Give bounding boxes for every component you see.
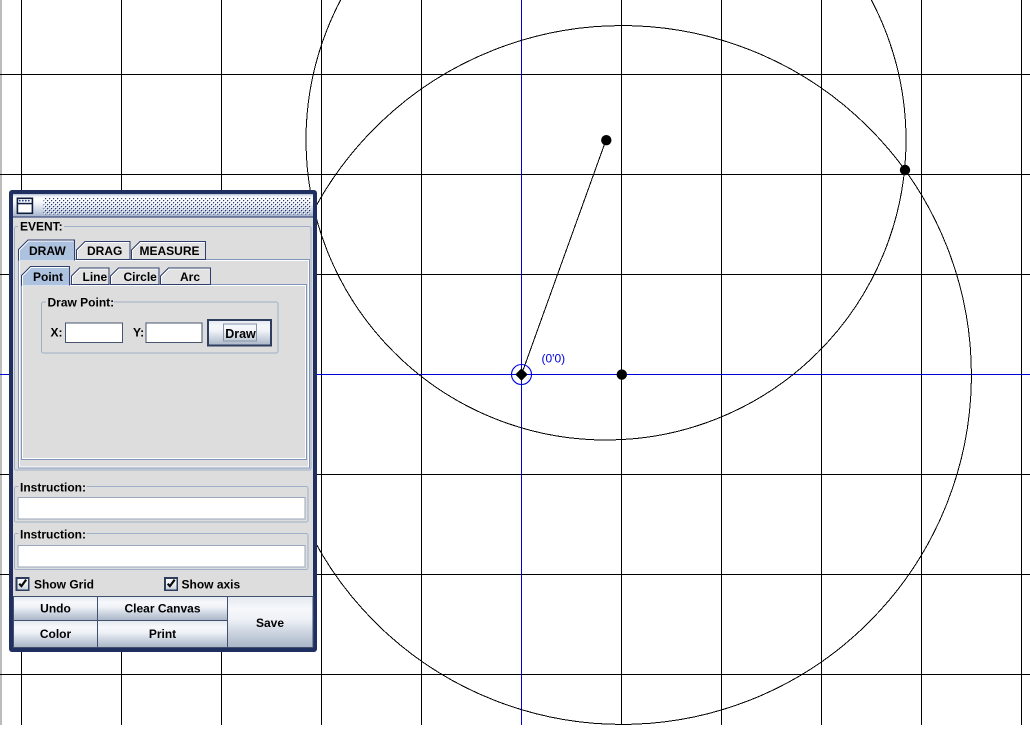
svg-text:Color: Color <box>40 627 72 641</box>
svg-text:Draw Point:: Draw Point: <box>48 296 115 310</box>
svg-text:Y:: Y: <box>133 326 144 340</box>
svg-text:X:: X: <box>51 326 63 340</box>
svg-text:Arc: Arc <box>180 270 200 284</box>
svg-text:Show Grid: Show Grid <box>34 578 94 592</box>
svg-text:Save: Save <box>256 616 284 630</box>
svg-text:Draw: Draw <box>225 327 256 341</box>
svg-text:MEASURE: MEASURE <box>140 244 200 258</box>
svg-text:Show axis: Show axis <box>182 578 241 592</box>
svg-text:Clear Canvas: Clear Canvas <box>124 602 200 616</box>
svg-text:EVENT:: EVENT: <box>20 220 63 234</box>
svg-text:Undo: Undo <box>40 602 71 616</box>
svg-text:Circle: Circle <box>124 270 158 284</box>
svg-text:Point: Point <box>33 270 63 284</box>
svg-text:Instruction:: Instruction: <box>20 528 86 542</box>
svg-text:Line: Line <box>83 270 108 284</box>
svg-text:(0'0): (0'0) <box>542 352 566 366</box>
svg-text:Print: Print <box>149 627 176 641</box>
svg-text:DRAG: DRAG <box>87 244 122 258</box>
svg-text:Instruction:: Instruction: <box>20 481 86 495</box>
svg-text:DRAW: DRAW <box>29 244 66 258</box>
